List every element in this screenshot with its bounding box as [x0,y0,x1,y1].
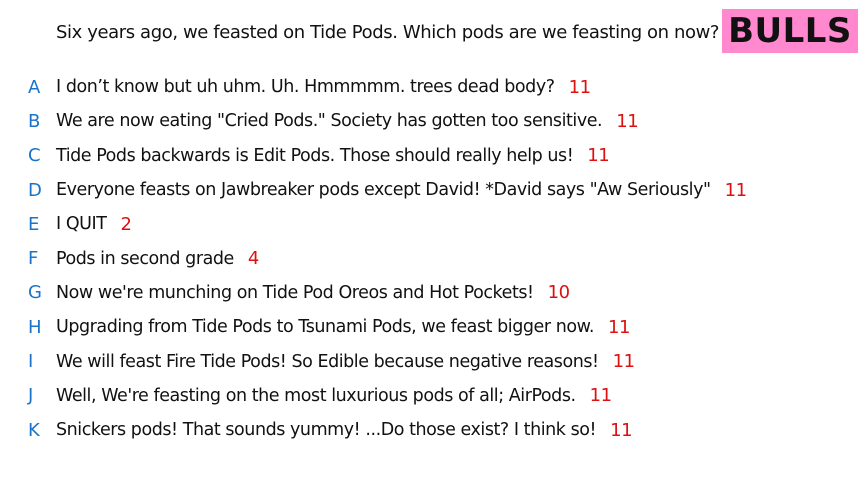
answer-row-a: A I don’t know but uh uhm. Uh. Hmmmmm. t… [0,70,864,104]
answer-text-group: Upgrading from Tide Pods to Tsunami Pods… [56,317,630,338]
answer-text-group: Well, We're feasting on the most luxurio… [56,385,612,406]
answer-letter: C [28,145,41,167]
answer-row-c: C Tide Pods backwards is Edit Pods. Thos… [0,139,864,173]
answer-score: 11 [616,110,639,132]
answer-score: 11 [724,179,747,201]
answer-text: We are now eating "Cried Pods." Society … [56,111,603,132]
answer-score: 11 [610,419,633,441]
answer-text: Everyone feasts on Jawbreaker pods excep… [56,180,711,201]
answer-row-i: I We will feast Fire Tide Pods! So Edibl… [0,344,864,378]
answer-letter: B [28,110,41,132]
answer-text-group: I QUIT 2 [56,213,132,235]
answer-text: We will feast Fire Tide Pods! So Edible … [56,351,599,372]
answer-text: Upgrading from Tide Pods to Tsunami Pods… [56,317,594,338]
answer-text-group: Now we're munching on Tide Pod Oreos and… [56,282,570,303]
question-text: Six years ago, we feasted on Tide Pods. … [56,22,720,43]
answer-text-group: I don’t know but uh uhm. Uh. Hmmmmm. tre… [56,77,591,98]
answer-letter: G [28,282,42,304]
answer-letter: A [28,76,41,98]
answer-row-b: B We are now eating "Cried Pods." Societ… [0,104,864,138]
answer-row-f: F Pods in second grade 4 [0,241,864,275]
answer-text: Pods in second grade [56,248,234,269]
answer-text: Now we're munching on Tide Pod Oreos and… [56,282,534,303]
answer-score: 10 [547,282,570,304]
answer-letter: K [28,419,40,441]
answer-row-d: D Everyone feasts on Jawbreaker pods exc… [0,173,864,207]
answer-letter: F [28,248,39,270]
answer-letter: J [28,385,34,407]
answer-score: 2 [120,213,132,235]
answer-score: 4 [247,248,259,270]
answer-row-e: E I QUIT 2 [0,207,864,241]
team-badge: BULLS [722,9,858,53]
answer-text: Tide Pods backwards is Edit Pods. Those … [56,145,574,166]
answer-text: I QUIT [56,214,107,235]
answer-text-group: We will feast Fire Tide Pods! So Edible … [56,351,635,372]
answer-text-group: Pods in second grade 4 [56,248,259,269]
answer-text-group: Everyone feasts on Jawbreaker pods excep… [56,180,747,201]
answer-score: 11 [612,351,635,373]
answer-letter: D [28,179,42,201]
answer-score: 11 [568,76,591,98]
answer-text: Well, We're feasting on the most luxurio… [56,385,576,406]
answer-row-j: J Well, We're feasting on the most luxur… [0,379,864,413]
answer-score: 11 [607,316,630,338]
answer-row-g: G Now we're munching on Tide Pod Oreos a… [0,276,864,310]
answer-score: 11 [589,385,612,407]
answer-text-group: We are now eating "Cried Pods." Society … [56,110,639,132]
answer-row-k: K Snickers pods! That sounds yummy! ...D… [0,413,864,447]
answer-text-group: Tide Pods backwards is Edit Pods. Those … [56,145,610,167]
answer-row-h: H Upgrading from Tide Pods to Tsunami Po… [0,310,864,344]
answer-letter: H [28,316,42,338]
answer-letter: E [28,213,40,235]
answer-text: I don’t know but uh uhm. Uh. Hmmmmm. tre… [56,77,555,98]
answer-text-group: Snickers pods! That sounds yummy! ...Do … [56,419,633,441]
answer-list: A I don’t know but uh uhm. Uh. Hmmmmm. t… [0,70,864,447]
answer-letter: I [28,351,34,373]
answer-text: Snickers pods! That sounds yummy! ...Do … [56,420,597,441]
answer-score: 11 [587,145,610,167]
